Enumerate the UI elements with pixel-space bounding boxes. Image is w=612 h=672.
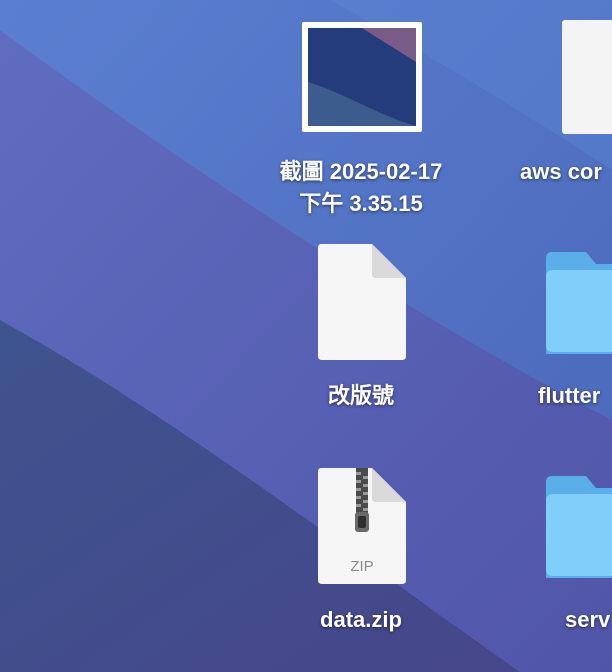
desktop-item-label[interactable]: 改版號 xyxy=(328,380,394,412)
desktop-item-label[interactable]: data.zip xyxy=(320,604,402,636)
desktop-item-label[interactable]: aws cor xyxy=(520,156,602,188)
desktop-item-label[interactable]: flutter xyxy=(538,380,600,412)
document-icon[interactable] xyxy=(318,244,406,360)
folder-icon[interactable] xyxy=(546,476,612,578)
screenshot-thumbnail-icon[interactable] xyxy=(302,22,422,132)
desktop-item-label[interactable]: serv xyxy=(565,604,610,636)
desktop-item-label[interactable]: 截圖 2025-02-17 下午 3.35.15 xyxy=(280,156,443,220)
folder-icon[interactable] xyxy=(546,252,612,354)
zip-badge: ZIP xyxy=(350,558,374,575)
document-icon[interactable] xyxy=(562,20,612,136)
